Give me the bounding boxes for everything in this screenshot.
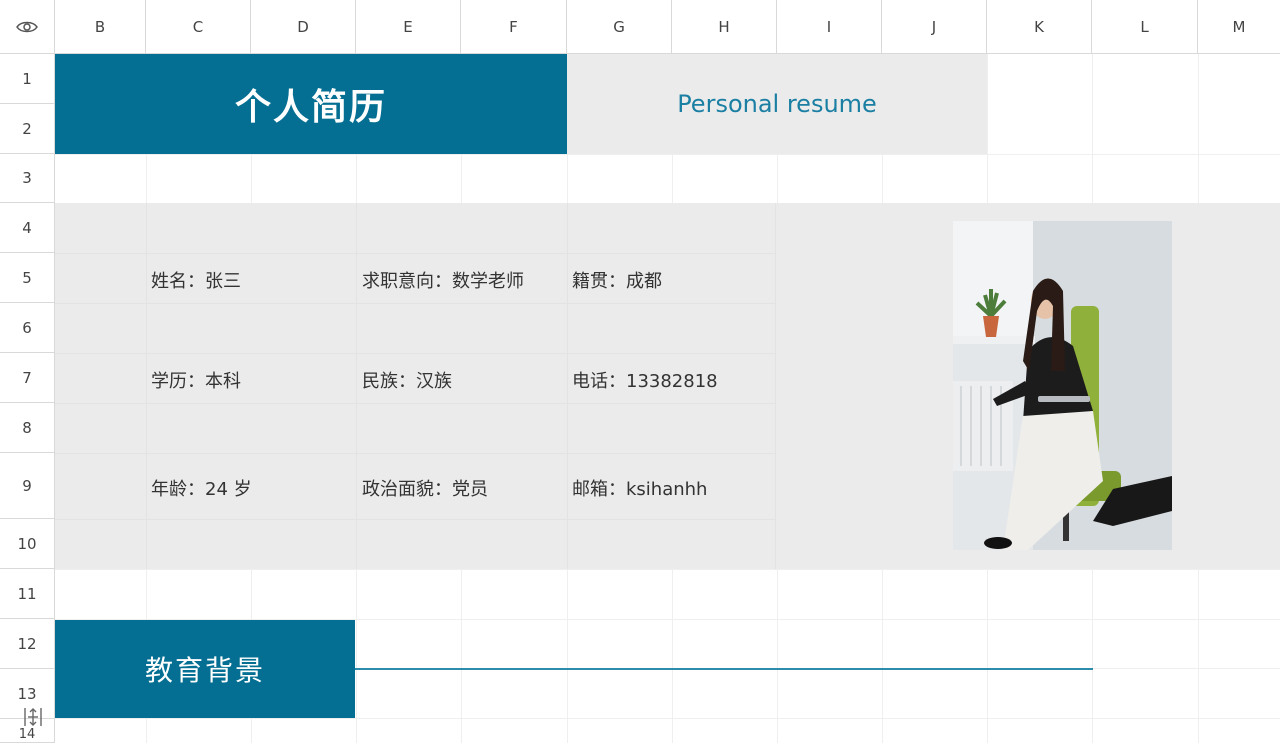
- education-level-field[interactable]: 学历：本科: [151, 367, 241, 393]
- column-header-l[interactable]: L: [1092, 0, 1198, 54]
- select-all-corner[interactable]: [0, 0, 55, 54]
- row-header-5[interactable]: 5: [0, 253, 55, 303]
- eye-icon[interactable]: [16, 20, 38, 34]
- column-header-c[interactable]: C: [146, 0, 251, 54]
- resume-subtitle-cell[interactable]: Personal resume: [567, 54, 987, 154]
- row-header-9[interactable]: 9: [0, 453, 55, 519]
- row-header-3[interactable]: 3: [0, 154, 55, 203]
- row-header-10[interactable]: 10: [0, 519, 55, 569]
- grid-line: [55, 453, 775, 454]
- row-header-6[interactable]: 6: [0, 303, 55, 353]
- freeze-panes-icon[interactable]: [22, 706, 44, 728]
- row-header-2[interactable]: 2: [0, 104, 55, 154]
- column-header-h[interactable]: H: [672, 0, 777, 54]
- political-status-field[interactable]: 政治面貌：党员: [362, 475, 488, 501]
- email-field[interactable]: 邮箱：ksihanhh: [572, 475, 707, 501]
- column-header-b[interactable]: B: [55, 0, 146, 54]
- section-divider-line: [355, 668, 1093, 670]
- row-header-1[interactable]: 1: [0, 54, 55, 104]
- grid-line: [55, 569, 1280, 570]
- ethnicity-field[interactable]: 民族：汉族: [362, 367, 452, 393]
- column-header-bar: B C D E F G H I J K L M: [0, 0, 1280, 54]
- column-header-i[interactable]: I: [777, 0, 882, 54]
- resume-title-cell[interactable]: 个人简历: [55, 54, 567, 154]
- grid-line: [567, 203, 568, 569]
- column-header-k[interactable]: K: [987, 0, 1092, 54]
- grid-line: [55, 718, 1280, 719]
- age-field[interactable]: 年龄：24 岁: [151, 475, 252, 501]
- row-header-4[interactable]: 4: [0, 203, 55, 253]
- grid-line: [55, 403, 775, 404]
- grid-line: [55, 303, 775, 304]
- profile-photo[interactable]: [953, 221, 1172, 550]
- grid-line: [356, 203, 357, 569]
- column-header-g[interactable]: G: [567, 0, 672, 54]
- column-header-d[interactable]: D: [251, 0, 356, 54]
- column-header-m[interactable]: M: [1198, 0, 1280, 54]
- column-header-e[interactable]: E: [356, 0, 461, 54]
- column-header-f[interactable]: F: [461, 0, 567, 54]
- education-section-header[interactable]: 教育背景: [55, 620, 355, 718]
- grid-line: [55, 253, 775, 254]
- row-header-7[interactable]: 7: [0, 353, 55, 403]
- column-header-j[interactable]: J: [882, 0, 987, 54]
- row-header-11[interactable]: 11: [0, 569, 55, 619]
- grid-line: [55, 353, 775, 354]
- phone-field[interactable]: 电话：13382818: [572, 367, 718, 393]
- job-intention-field[interactable]: 求职意向：数学老师: [362, 267, 524, 293]
- row-header-8[interactable]: 8: [0, 403, 55, 453]
- grid-line: [775, 203, 776, 569]
- hometown-field[interactable]: 籍贯：成都: [572, 267, 662, 293]
- grid-line: [55, 154, 1280, 155]
- grid-line: [146, 203, 147, 569]
- name-field[interactable]: 姓名：张三: [151, 267, 241, 293]
- grid-line: [55, 519, 775, 520]
- row-header-12[interactable]: 12: [0, 619, 55, 669]
